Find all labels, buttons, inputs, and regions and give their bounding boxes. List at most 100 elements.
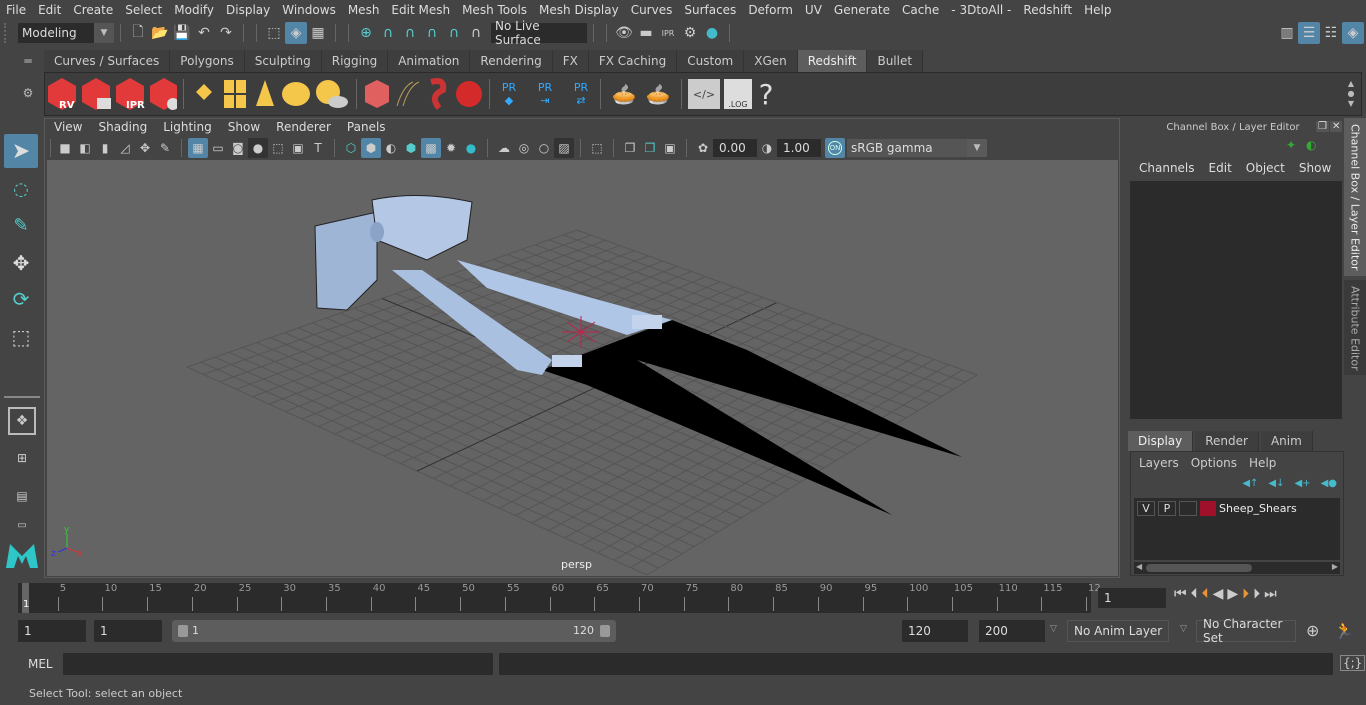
xray-components-icon[interactable]: ▣ — [660, 138, 680, 158]
menu-display[interactable]: Display — [220, 3, 276, 17]
layer-tab-render[interactable]: Render — [1195, 431, 1259, 451]
tab-custom[interactable]: Custom — [677, 50, 745, 72]
grease-pencil-icon[interactable]: ✎ — [155, 138, 175, 158]
isolate-select-icon[interactable]: ⬚ — [587, 138, 607, 158]
paint-select-tool-icon[interactable]: ✎ — [4, 208, 38, 242]
character-set-dropdown-icon[interactable]: ▽ — [1180, 624, 1187, 634]
exposure-field[interactable]: 0.00 — [713, 139, 757, 157]
redshift-volume-icon[interactable] — [430, 78, 447, 110]
camera-icon[interactable]: ■ — [55, 138, 75, 158]
redshift-portal-light-icon[interactable] — [224, 80, 246, 108]
undo-icon[interactable]: ↶ — [193, 22, 215, 44]
tab-bullet[interactable]: Bullet — [867, 50, 924, 72]
menu-generate[interactable]: Generate — [828, 3, 896, 17]
layer-playback-toggle[interactable]: P — [1158, 501, 1176, 516]
menu-curves[interactable]: Curves — [625, 3, 679, 17]
color-management-toggle[interactable]: ON — [825, 138, 845, 158]
rotate-tool-icon[interactable]: ⟳ — [4, 282, 38, 316]
viewport-menu-panels[interactable]: Panels — [339, 120, 394, 138]
screen-space-ao-icon[interactable]: ☁ — [494, 138, 514, 158]
textured-icon[interactable]: ▩ — [421, 138, 441, 158]
menu-help[interactable]: Help — [1078, 3, 1117, 17]
render-view-icon[interactable]: 👁 — [613, 22, 635, 44]
menu-redshift[interactable]: Redshift — [1017, 3, 1078, 17]
safe-action-icon[interactable]: ▣ — [288, 138, 308, 158]
open-scene-icon[interactable]: 📂 — [149, 22, 171, 44]
layer-color-swatch[interactable] — [1200, 501, 1216, 516]
redshift-proxy-icon[interactable] — [365, 80, 389, 108]
tab-polygons[interactable]: Polygons — [170, 50, 245, 72]
go-to-end-icon[interactable]: ⏭ — [1264, 586, 1277, 602]
film-gate-icon[interactable]: ▭ — [208, 138, 228, 158]
viewport-3d[interactable]: y x z persp — [47, 160, 1118, 576]
end-time-field[interactable]: 200 — [979, 620, 1045, 642]
layer-name[interactable]: Sheep_Shears — [1219, 502, 1297, 515]
redshift-render-view-icon[interactable]: RV — [48, 78, 76, 111]
depth-of-field-icon[interactable]: ▨ — [554, 138, 574, 158]
move-tool-icon[interactable]: ✥ — [4, 246, 38, 280]
viewport-menu-shading[interactable]: Shading — [90, 120, 155, 138]
smooth-shade-icon[interactable]: ⬢ — [361, 138, 381, 158]
snap-view-plane-icon[interactable]: ∩ — [421, 22, 443, 44]
render-settings-icon[interactable]: ⚙ — [679, 22, 701, 44]
playback-start-field[interactable]: 1 — [94, 620, 162, 642]
attribute-editor-toggle-icon[interactable]: ☰ — [1298, 22, 1320, 44]
grid-toggle-icon[interactable]: ▦ — [188, 138, 208, 158]
redshift-bake-icon[interactable]: 🥧 — [607, 82, 641, 106]
channel-list[interactable] — [1130, 181, 1342, 419]
gamma-icon[interactable]: ◑ — [757, 138, 777, 158]
script-editor-icon[interactable]: {;} — [1340, 655, 1366, 671]
snap-surface-icon[interactable]: ∩ — [465, 22, 487, 44]
scroll-right-icon[interactable]: ▶ — [1332, 562, 1338, 571]
shelf-menu-icon[interactable]: ═ — [18, 54, 38, 68]
anti-aliasing-icon[interactable]: ○ — [534, 138, 554, 158]
start-time-field[interactable]: 1 — [18, 620, 86, 642]
save-scene-icon[interactable]: 💾 — [171, 22, 193, 44]
exposure-icon[interactable]: ✿ — [693, 138, 713, 158]
select-component-icon[interactable]: ▦ — [307, 22, 329, 44]
scroll-left-icon[interactable]: ◀ — [1136, 562, 1142, 571]
channel-menu-channels[interactable]: Channels — [1132, 161, 1202, 175]
layer-tab-display[interactable]: Display — [1128, 431, 1194, 451]
shadows-icon[interactable]: ● — [461, 138, 481, 158]
step-forward-key-icon[interactable]: ⏵ — [1253, 586, 1260, 602]
hypershade-icon[interactable]: ● — [701, 22, 723, 44]
safe-title-icon[interactable]: T — [308, 138, 328, 158]
wireframe-on-shaded-icon[interactable]: ⬢ — [401, 138, 421, 158]
menu-deform[interactable]: Deform — [742, 3, 799, 17]
shelf-scroll[interactable]: ▲ ● ▼ — [1345, 79, 1357, 109]
play-forwards-icon[interactable]: ▶ — [1227, 586, 1238, 602]
tool-settings-toggle-icon[interactable]: ☷ — [1320, 22, 1342, 44]
layer-visibility-toggle[interactable]: V — [1137, 501, 1155, 516]
single-view-layout-icon[interactable]: ❖ — [8, 407, 36, 435]
move-layer-down-icon[interactable]: ◀↓ — [1268, 478, 1284, 489]
help-icon[interactable]: ? — [752, 78, 780, 111]
redshift-pr-export-icon[interactable]: PR ⇥ — [532, 81, 558, 107]
step-back-frame-icon[interactable]: ⏴ — [1202, 586, 1209, 602]
tab-sculpting[interactable]: Sculpting — [244, 50, 322, 72]
lasso-tool-icon[interactable]: ◌ — [4, 172, 38, 206]
layer-menu-layers[interactable]: Layers — [1133, 456, 1185, 470]
menu-select[interactable]: Select — [119, 3, 168, 17]
layer-menu-options[interactable]: Options — [1185, 456, 1243, 470]
ipr-render-icon[interactable]: IPR — [657, 22, 679, 44]
xray-icon[interactable]: ❐ — [620, 138, 640, 158]
anim-layer-dropdown-icon[interactable]: ▽ — [1050, 624, 1057, 634]
colorspace-dropdown[interactable]: sRGB gamma ▼ — [847, 139, 987, 157]
redshift-batch-render-icon[interactable] — [82, 78, 111, 110]
layer-display-type-toggle[interactable] — [1179, 501, 1197, 516]
shelf-settings-icon[interactable]: ⚙ — [18, 86, 38, 100]
menu-mesh-display[interactable]: Mesh Display — [533, 3, 625, 17]
modeling-toolkit-icon[interactable]: ▥ — [1276, 22, 1298, 44]
tab-curves-surfaces[interactable]: Curves / Surfaces — [44, 50, 171, 72]
new-scene-icon[interactable]: 🗋 — [127, 22, 149, 44]
tab-rendering[interactable]: Rendering — [470, 50, 553, 72]
move-layer-up-icon[interactable]: ◀↑ — [1242, 478, 1258, 489]
viewport-menu-show[interactable]: Show — [220, 120, 268, 138]
range-start-handle[interactable] — [178, 625, 188, 637]
step-back-key-icon[interactable]: ⏴ — [1191, 586, 1198, 602]
redshift-sphere-icon[interactable] — [456, 81, 482, 107]
close-panel-icon[interactable]: ✕ — [1330, 121, 1343, 132]
step-forward-frame-icon[interactable]: ⏵ — [1242, 586, 1249, 602]
redshift-hair-icon[interactable] — [396, 81, 420, 107]
